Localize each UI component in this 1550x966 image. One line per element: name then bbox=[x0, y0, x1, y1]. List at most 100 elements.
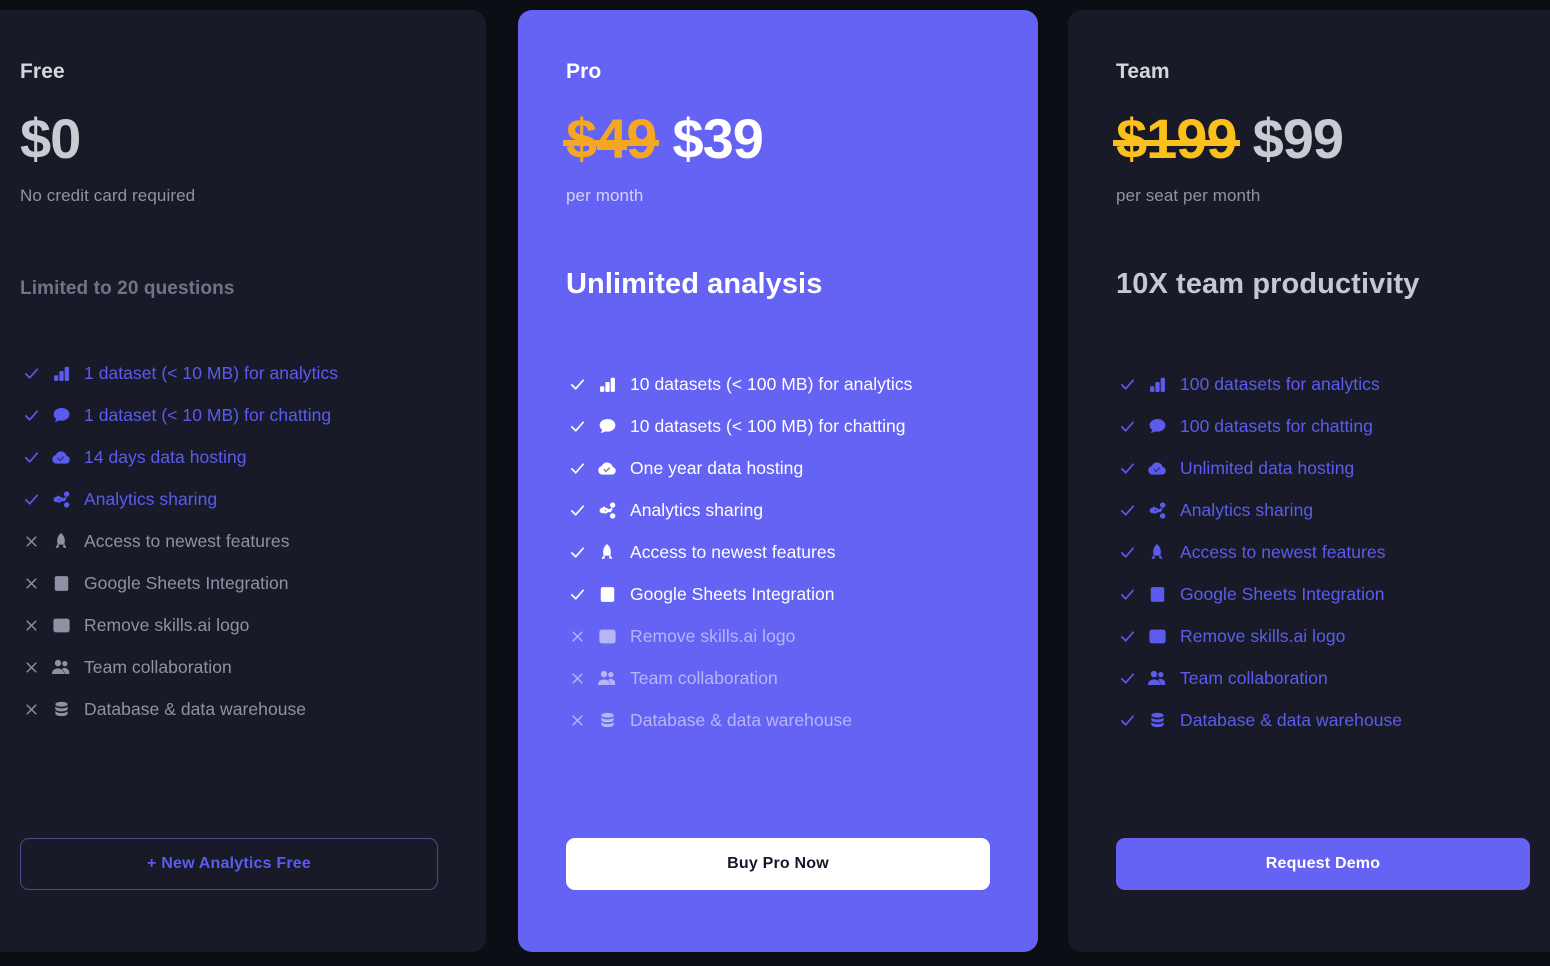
feature-list-team: 100 datasets for analytics 100 datasets f… bbox=[1116, 363, 1530, 741]
feature-item: 1 dataset (< 10 MB) for analytics bbox=[20, 352, 438, 394]
database-icon bbox=[50, 701, 72, 718]
rocket-icon bbox=[596, 543, 618, 561]
check-icon bbox=[566, 418, 588, 435]
share-icon bbox=[50, 490, 72, 509]
tagline-pro: Unlimited analysis bbox=[566, 268, 823, 300]
price-row-free: $0 bbox=[20, 106, 438, 170]
check-icon bbox=[1116, 586, 1138, 603]
people-icon bbox=[596, 668, 618, 688]
feature-item: Team collaboration bbox=[566, 657, 990, 699]
tagline-team: 10X team productivity bbox=[1116, 268, 1420, 300]
original-price-pro: $49 bbox=[562, 107, 660, 170]
feature-label: Database & data warehouse bbox=[630, 709, 853, 730]
feature-label: Team collaboration bbox=[84, 656, 232, 677]
image-icon bbox=[1146, 627, 1168, 646]
feature-item: Database & data warehouse bbox=[566, 699, 990, 741]
pricing-card-pro: Pro $49 $39 per month Unlimited analysis… bbox=[518, 10, 1038, 952]
feature-item: Remove skills.ai logo bbox=[20, 604, 438, 646]
check-icon bbox=[1116, 628, 1138, 645]
feature-label: 10 datasets (< 100 MB) for analytics bbox=[630, 373, 913, 394]
spreadsheet-icon bbox=[1146, 586, 1168, 603]
price-row-team: $199 $99 bbox=[1113, 106, 1530, 170]
spreadsheet-icon bbox=[50, 575, 72, 592]
pricing-card-free: Free $0 No credit card required Limited … bbox=[0, 10, 486, 952]
feature-label: Team collaboration bbox=[1180, 667, 1328, 688]
feature-item: 1 dataset (< 10 MB) for chatting bbox=[20, 394, 438, 436]
feature-item: Access to newest features bbox=[566, 531, 990, 573]
feature-item: Google Sheets Integration bbox=[1116, 573, 1530, 615]
chat-bubble-icon bbox=[50, 406, 72, 425]
check-icon bbox=[566, 460, 588, 477]
feature-label: Google Sheets Integration bbox=[630, 583, 835, 604]
check-icon bbox=[1116, 376, 1138, 393]
pricing-plans: Free $0 No credit card required Limited … bbox=[0, 0, 1550, 966]
feature-item: 100 datasets for analytics bbox=[1116, 363, 1530, 405]
price-note-team: per seat per month bbox=[1116, 186, 1261, 205]
feature-label: Remove skills.ai logo bbox=[630, 625, 796, 646]
bar-chart-icon bbox=[50, 365, 72, 382]
bar-chart-icon bbox=[596, 376, 618, 393]
feature-label: 10 datasets (< 100 MB) for chatting bbox=[630, 415, 906, 436]
feature-item: Analytics sharing bbox=[20, 478, 438, 520]
feature-item: Access to newest features bbox=[1116, 531, 1530, 573]
database-icon bbox=[1146, 712, 1168, 729]
feature-label: Analytics sharing bbox=[1180, 499, 1314, 520]
check-icon bbox=[566, 586, 588, 603]
feature-label: 100 datasets for analytics bbox=[1180, 373, 1380, 394]
cross-icon bbox=[566, 713, 588, 728]
cross-icon bbox=[20, 618, 42, 633]
feature-label: Access to newest features bbox=[630, 541, 836, 562]
feature-label: Database & data warehouse bbox=[1180, 709, 1403, 730]
feature-list-free: 1 dataset (< 10 MB) for analytics 1 datas… bbox=[20, 352, 438, 730]
feature-label: Analytics sharing bbox=[84, 488, 218, 509]
feature-label: Team collaboration bbox=[630, 667, 778, 688]
feature-item: 14 days data hosting bbox=[20, 436, 438, 478]
check-icon bbox=[566, 376, 588, 393]
check-icon bbox=[20, 407, 42, 424]
plan-name-free: Free bbox=[20, 60, 65, 83]
cloud-check-icon bbox=[1146, 458, 1168, 478]
feature-list-pro: 10 datasets (< 100 MB) for analytics 10 d… bbox=[566, 363, 990, 741]
feature-item: Remove skills.ai logo bbox=[1116, 615, 1530, 657]
feature-label: Remove skills.ai logo bbox=[1180, 625, 1346, 646]
check-icon bbox=[1116, 460, 1138, 477]
feature-label: Remove skills.ai logo bbox=[84, 614, 250, 635]
feature-item: Unlimited data hosting bbox=[1116, 447, 1530, 489]
feature-label: Access to newest features bbox=[84, 530, 290, 551]
rocket-icon bbox=[50, 532, 72, 550]
price-team: $99 bbox=[1252, 107, 1344, 170]
check-icon bbox=[20, 449, 42, 466]
cross-icon bbox=[20, 534, 42, 549]
tagline-free: Limited to 20 questions bbox=[20, 278, 235, 299]
feature-item: Database & data warehouse bbox=[1116, 699, 1530, 741]
price-note-free: No credit card required bbox=[20, 186, 196, 205]
feature-item: Analytics sharing bbox=[566, 489, 990, 531]
bar-chart-icon bbox=[1146, 376, 1168, 393]
cta-pro-button[interactable]: Buy Pro Now bbox=[566, 838, 990, 890]
share-icon bbox=[1146, 501, 1168, 520]
check-icon bbox=[566, 544, 588, 561]
feature-item: Team collaboration bbox=[20, 646, 438, 688]
database-icon bbox=[596, 712, 618, 729]
cta-free-button[interactable]: + New Analytics Free bbox=[20, 838, 438, 890]
rocket-icon bbox=[1146, 543, 1168, 561]
chat-bubble-icon bbox=[1146, 417, 1168, 436]
people-icon bbox=[50, 657, 72, 677]
pricing-card-team: Team $199 $99 per seat per month 10X tea… bbox=[1068, 10, 1550, 952]
check-icon bbox=[1116, 418, 1138, 435]
check-icon bbox=[1116, 502, 1138, 519]
feature-item: Google Sheets Integration bbox=[20, 562, 438, 604]
cta-team-button[interactable]: Request Demo bbox=[1116, 838, 1530, 890]
spreadsheet-icon bbox=[596, 586, 618, 603]
cross-icon bbox=[566, 629, 588, 644]
feature-item: 10 datasets (< 100 MB) for chatting bbox=[566, 405, 990, 447]
price-pro: $39 bbox=[672, 107, 763, 170]
price-free: $0 bbox=[20, 107, 81, 170]
price-row-pro: $49 $39 bbox=[562, 106, 990, 170]
feature-label: 100 datasets for chatting bbox=[1180, 415, 1373, 436]
feature-label: Analytics sharing bbox=[630, 499, 764, 520]
feature-item: 10 datasets (< 100 MB) for analytics bbox=[566, 363, 990, 405]
share-icon bbox=[596, 501, 618, 520]
original-price-team: $199 bbox=[1113, 107, 1240, 170]
check-icon bbox=[1116, 670, 1138, 687]
